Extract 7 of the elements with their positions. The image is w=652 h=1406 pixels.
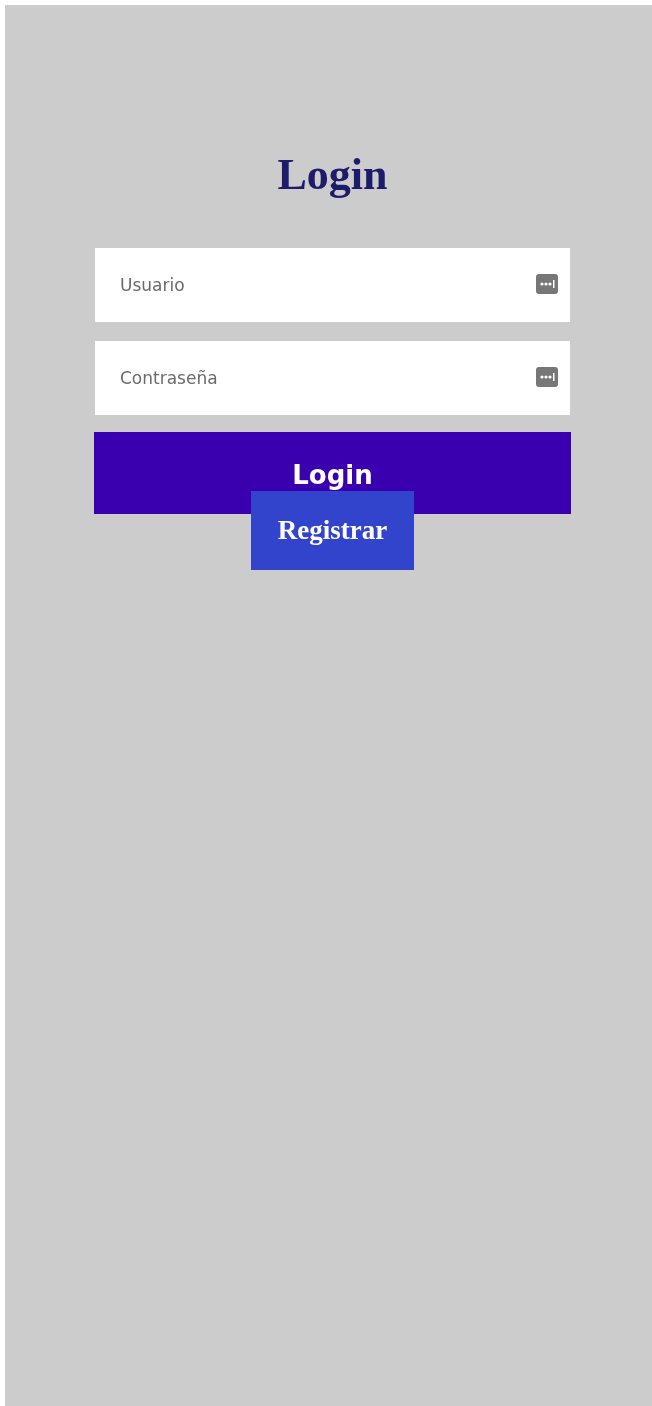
login-button[interactable]: Login	[94, 432, 571, 514]
page-title: Login	[277, 150, 388, 200]
register-button[interactable]: Registrar	[251, 491, 414, 570]
input-field[interactable]: Contraseña	[95, 341, 570, 415]
ellipsis-icon[interactable]	[536, 274, 558, 294]
input-field[interactable]: Usuario	[95, 248, 570, 322]
ellipsis-icon[interactable]	[536, 367, 558, 387]
